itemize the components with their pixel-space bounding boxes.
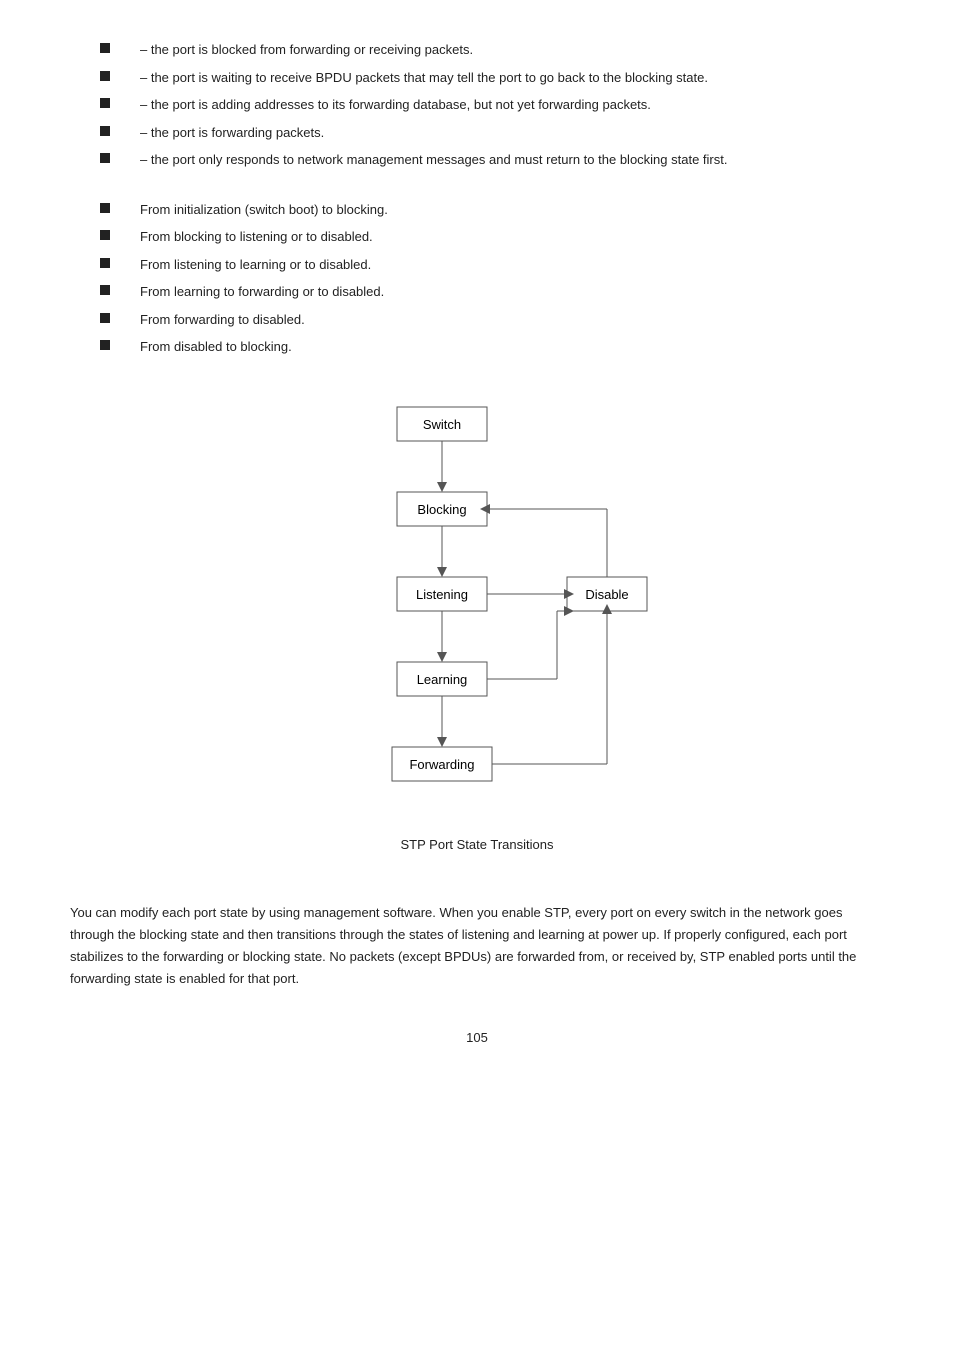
bullet-icon	[100, 230, 110, 240]
bullet-item-blocking: – the port is blocked from forwarding or…	[70, 40, 884, 60]
bullet-text-learning: – the port is adding addresses to its fo…	[140, 95, 884, 115]
transition-text-6: From disabled to blocking.	[140, 337, 884, 357]
diagram-container: Switch Blocking Listening Learning Forwa…	[70, 397, 884, 882]
stp-diagram: Switch Blocking Listening Learning Forwa…	[277, 397, 677, 827]
blocking-label: Blocking	[417, 502, 466, 517]
bullet-icon	[100, 340, 110, 350]
body-paragraph: You can modify each port state by using …	[70, 902, 884, 990]
bullet-text-listening: – the port is waiting to receive BPDU pa…	[140, 68, 884, 88]
bullet-icon	[100, 285, 110, 295]
bullet-item-learning: – the port is adding addresses to its fo…	[70, 95, 884, 115]
transition-item-4: From learning to forwarding or to disabl…	[70, 282, 884, 302]
bullet-icon	[100, 126, 110, 136]
bullet-item-forwarding: – the port is forwarding packets.	[70, 123, 884, 143]
diagram-caption: STP Port State Transitions	[401, 837, 554, 852]
transition-list: From initialization (switch boot) to blo…	[70, 200, 884, 357]
listening-label: Listening	[416, 587, 468, 602]
transition-item-3: From listening to learning or to disable…	[70, 255, 884, 275]
transition-item-1: From initialization (switch boot) to blo…	[70, 200, 884, 220]
transition-text-3: From listening to learning or to disable…	[140, 255, 884, 275]
forwarding-label: Forwarding	[409, 757, 474, 772]
switch-label: Switch	[423, 417, 461, 432]
transition-item-2: From blocking to listening or to disable…	[70, 227, 884, 247]
bullet-icon	[100, 313, 110, 323]
transition-item-6: From disabled to blocking.	[70, 337, 884, 357]
bullet-text-blocking: – the port is blocked from forwarding or…	[140, 40, 884, 60]
bullet-item-listening: – the port is waiting to receive BPDU pa…	[70, 68, 884, 88]
bullet-icon	[100, 258, 110, 268]
bullet-item-disabled: – the port only responds to network mana…	[70, 150, 884, 170]
bullet-icon	[100, 43, 110, 53]
transition-item-5: From forwarding to disabled.	[70, 310, 884, 330]
bullet-icon	[100, 98, 110, 108]
bullet-text-disabled: – the port only responds to network mana…	[140, 150, 884, 170]
disable-label: Disable	[585, 587, 628, 602]
page-number: 105	[70, 1030, 884, 1045]
transition-text-5: From forwarding to disabled.	[140, 310, 884, 330]
bullet-icon	[100, 153, 110, 163]
transition-text-4: From learning to forwarding or to disabl…	[140, 282, 884, 302]
bullet-icon	[100, 71, 110, 81]
bullet-icon	[100, 203, 110, 213]
bullet-text-forwarding: – the port is forwarding packets.	[140, 123, 884, 143]
top-bullet-list: – the port is blocked from forwarding or…	[70, 40, 884, 170]
learning-label: Learning	[417, 672, 468, 687]
transition-text-2: From blocking to listening or to disable…	[140, 227, 884, 247]
transition-text-1: From initialization (switch boot) to blo…	[140, 200, 884, 220]
